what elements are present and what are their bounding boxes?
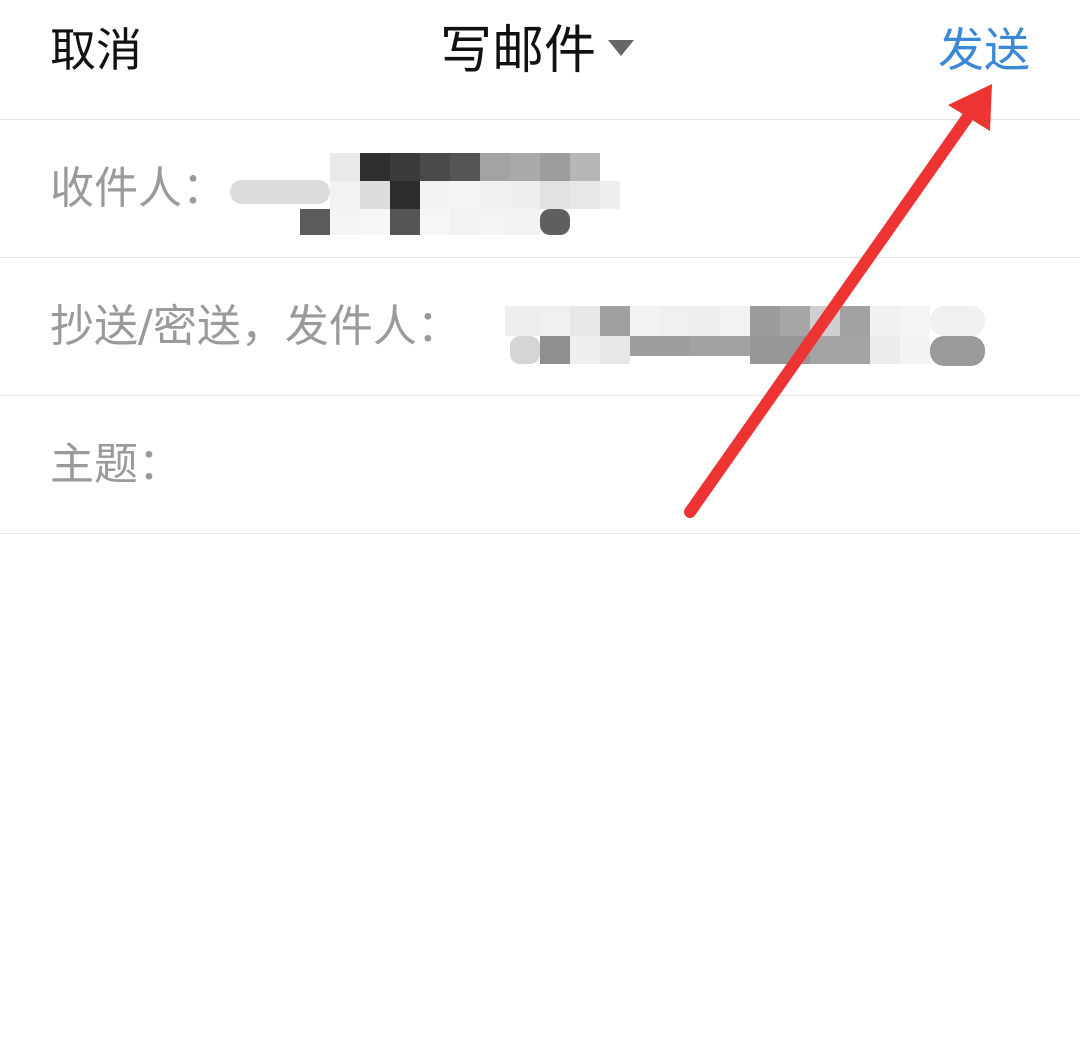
compose-header: 取消 写邮件 发送 <box>0 0 1080 120</box>
page-title: 写邮件 <box>440 21 597 81</box>
cancel-button[interactable]: 取消 <box>50 22 142 78</box>
sender-value-redacted[interactable] <box>505 298 995 388</box>
recipient-label: 收件人： <box>50 163 226 214</box>
compose-title-dropdown[interactable]: 写邮件 <box>440 20 635 82</box>
subject-input[interactable] <box>170 420 1030 510</box>
redaction-mosaic <box>505 306 985 366</box>
subject-label: 主题： <box>50 439 182 490</box>
subject-row[interactable]: 主题： <box>0 396 1080 534</box>
recipient-row[interactable]: 收件人： <box>0 120 1080 258</box>
cc-bcc-from-label: 抄送/密送，发件人： <box>50 301 461 352</box>
send-button[interactable]: 发送 <box>938 22 1030 78</box>
recipient-value-redacted[interactable] <box>225 150 625 240</box>
caret-down-icon <box>608 40 635 56</box>
email-body-area[interactable] <box>0 535 1080 1048</box>
redaction-mosaic <box>230 153 620 235</box>
cc-bcc-from-row[interactable]: 抄送/密送，发件人： <box>0 258 1080 396</box>
